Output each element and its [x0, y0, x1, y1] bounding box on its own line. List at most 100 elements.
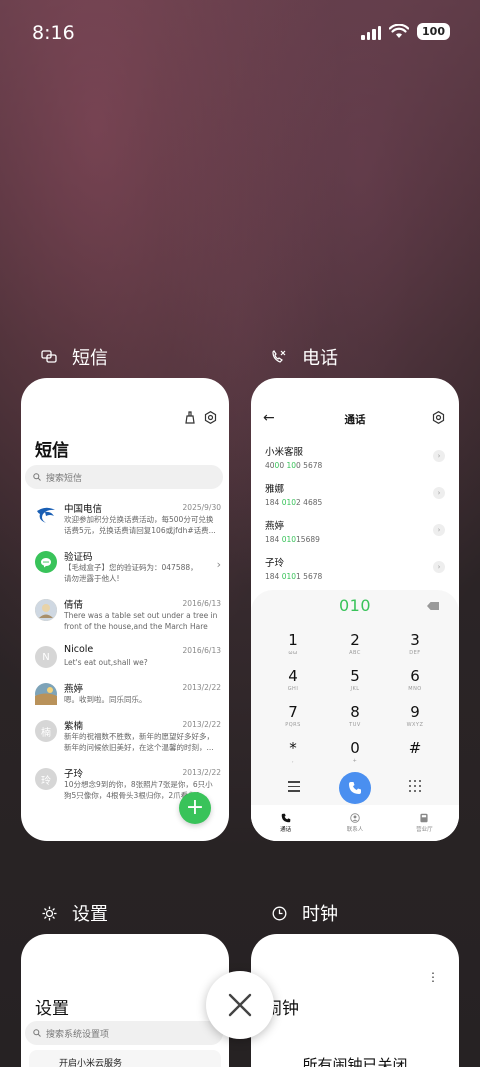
dial-key-2[interactable]: 2 ABC	[335, 632, 375, 664]
conversation-date: 2016/6/13	[182, 646, 221, 655]
tab-contacts[interactable]: 联系人	[320, 805, 389, 841]
conversation-preview: There was a table set out under a tree i…	[64, 611, 218, 634]
contact-number: 184 0102 4685	[265, 498, 323, 507]
list-item[interactable]: 燕婷 2013/2/22 嗯。收到啦。同乐同乐。	[35, 681, 221, 723]
clock-app-card[interactable]: ⋮ 闹钟 所有闹钟已关闭	[251, 934, 459, 1067]
dialpad-grid-icon[interactable]	[409, 780, 421, 792]
conversation-date: 2013/2/22	[182, 768, 221, 777]
sms-app-icon	[40, 348, 58, 366]
dial-key-4[interactable]: 4 GHI	[273, 668, 313, 700]
list-item[interactable]: 验证码 【毛绒盒子】您的验证码为：047588， 请勿泄露于他人! ›	[35, 549, 221, 591]
app-header-settings[interactable]: 设置	[40, 900, 108, 926]
wifi-icon	[389, 24, 410, 38]
settings-app-label: 设置	[72, 904, 108, 925]
tab-calls[interactable]: 通话	[251, 805, 320, 841]
list-item[interactable]: N Nicole 2016/6/13 Let's eat out,shall w…	[35, 644, 221, 686]
dial-key-star[interactable]: *,	[273, 740, 313, 772]
contact-name: 雅娜	[265, 484, 285, 495]
list-item[interactable]: 楠 紫楠 2013/2/22 新年的祝福数不胜数，新年的愿望好多好多， 新年的问…	[35, 718, 221, 760]
settings-search-input[interactable]: 搜索系统设置项	[25, 1021, 223, 1045]
cloud-service-row[interactable]: 开启小米云服务	[29, 1050, 221, 1067]
chevron-right-icon[interactable]: ›	[433, 524, 445, 536]
contacts-tab-icon	[350, 813, 360, 823]
new-message-button[interactable]: +	[179, 792, 211, 824]
phone-app-label: 电话	[302, 348, 338, 369]
tab-store[interactable]: 营业厅	[390, 805, 459, 841]
contact-item[interactable]: 燕婷 184 01015689 ›	[265, 518, 445, 550]
chevron-right-icon[interactable]: ›	[433, 561, 445, 573]
conversation-preview: 嗯。收到啦。同乐同乐。	[64, 695, 147, 704]
dial-key-8[interactable]: 8 TUV	[335, 704, 375, 736]
phone-app-card[interactable]: ← 通话 小米客服 4000 100 5678 › 雅娜 184 0102 46…	[251, 378, 459, 841]
dial-key-0[interactable]: 0 +	[335, 740, 375, 772]
more-options-icon[interactable]: ⋮	[427, 970, 439, 984]
phone-tab-icon	[281, 813, 290, 823]
clear-all-button[interactable]	[206, 971, 274, 1039]
dial-key-hash[interactable]: #	[395, 740, 435, 772]
gear-icon[interactable]	[432, 411, 445, 424]
conversation-preview: 【毛绒盒子】您的验证码为：047588， 请勿泄露于他人!	[64, 563, 198, 583]
conversation-preview: 欢迎参加积分兑换话费活动，每500分可兑换 话费5元，兑换话费请回复106或jf…	[64, 515, 216, 535]
dial-key-6[interactable]: 6 MNO	[395, 668, 435, 700]
menu-icon[interactable]	[288, 781, 300, 795]
sms-app-card[interactable]: 短信 搜索短信 中国电信 2025/9/30 欢迎参加积分兑换话费活动，每500…	[21, 378, 229, 841]
contact-item[interactable]: 小米客服 4000 100 5678 ›	[265, 444, 445, 476]
conversation-name: 紫楠	[64, 721, 84, 732]
conversation-name: 验证码	[64, 552, 93, 563]
conversation-date: 2016/6/13	[182, 599, 221, 608]
clean-icon[interactable]	[184, 411, 196, 424]
app-header-sms[interactable]: 短信	[40, 344, 108, 370]
status-bar: 8:16 100	[0, 0, 480, 68]
dial-key-9[interactable]: 9 WXYZ	[395, 704, 435, 736]
battery-indicator: 100	[417, 23, 450, 40]
settings-title: 设置	[35, 999, 69, 1019]
contact-number: 4000 100 5678	[265, 461, 323, 470]
conversation-date: 2025/9/30	[182, 503, 221, 512]
conversation-preview: 新年的祝福数不胜数，新年的愿望好多好多， 新年的问候依旧美好，在这个温馨的时刻，…	[64, 732, 214, 752]
contact-item[interactable]: 雅娜 184 0102 4685 ›	[265, 481, 445, 513]
chevron-right-icon: ›	[216, 558, 221, 571]
conversation-name: 倩倩	[64, 600, 84, 611]
list-item[interactable]: 倩倩 2016/6/13 There was a table set out u…	[35, 597, 221, 639]
phone-title: 通话	[344, 414, 366, 426]
contact-item[interactable]: 子玲 184 0101 5678 ›	[265, 555, 445, 587]
contact-name: 小米客服	[265, 447, 304, 458]
list-item[interactable]: 中国电信 2025/9/30 欢迎参加积分兑换话费活动，每500分可兑换 话费5…	[35, 501, 221, 543]
sms-title: 短信	[35, 441, 69, 461]
dial-key-3[interactable]: 3 DEF	[395, 632, 435, 664]
app-header-clock[interactable]: 时钟	[270, 900, 338, 926]
settings-app-card[interactable]: 设置 搜索系统设置项 开启小米云服务	[21, 934, 229, 1067]
call-button[interactable]	[339, 772, 371, 804]
sms-search-placeholder: 搜索短信	[46, 473, 83, 484]
phone-tab-bar: 通话 联系人 营业厅	[251, 805, 459, 841]
telecom-logo-icon	[35, 503, 57, 525]
alarm-status: 所有闹钟已关闭	[302, 1056, 408, 1067]
conversation-name: 子玲	[64, 769, 84, 780]
avatar	[35, 599, 57, 621]
dial-key-5[interactable]: 5 JKL	[335, 668, 375, 700]
chevron-right-icon[interactable]: ›	[433, 450, 445, 462]
dial-key-7[interactable]: 7 PQRS	[273, 704, 313, 736]
avatar: 玲	[35, 768, 57, 790]
sms-app-label: 短信	[72, 348, 108, 369]
sms-search-input[interactable]: 搜索短信	[25, 465, 223, 489]
conversation-preview: Let's eat out,shall we?	[64, 658, 148, 667]
status-time: 8:16	[32, 22, 75, 44]
phone-call-icon	[349, 782, 361, 794]
dial-key-1[interactable]: 1 ωω	[273, 632, 313, 664]
conversation-name: 燕婷	[64, 684, 84, 695]
clock-app-icon	[270, 904, 288, 922]
contact-name: 子玲	[265, 558, 285, 569]
conversation-date: 2013/2/22	[182, 720, 221, 729]
app-header-phone[interactable]: 电话	[270, 344, 338, 370]
conversation-name: Nicole	[64, 644, 94, 655]
avatar	[35, 683, 57, 705]
sms-toolbar	[184, 411, 217, 424]
conversation-date: 2013/2/22	[182, 683, 221, 692]
chevron-right-icon[interactable]: ›	[433, 487, 445, 499]
close-icon	[228, 993, 252, 1017]
store-tab-icon	[420, 813, 428, 823]
conversation-name: 中国电信	[64, 504, 103, 515]
gear-icon[interactable]	[204, 411, 217, 424]
phone-app-icon	[270, 348, 288, 366]
